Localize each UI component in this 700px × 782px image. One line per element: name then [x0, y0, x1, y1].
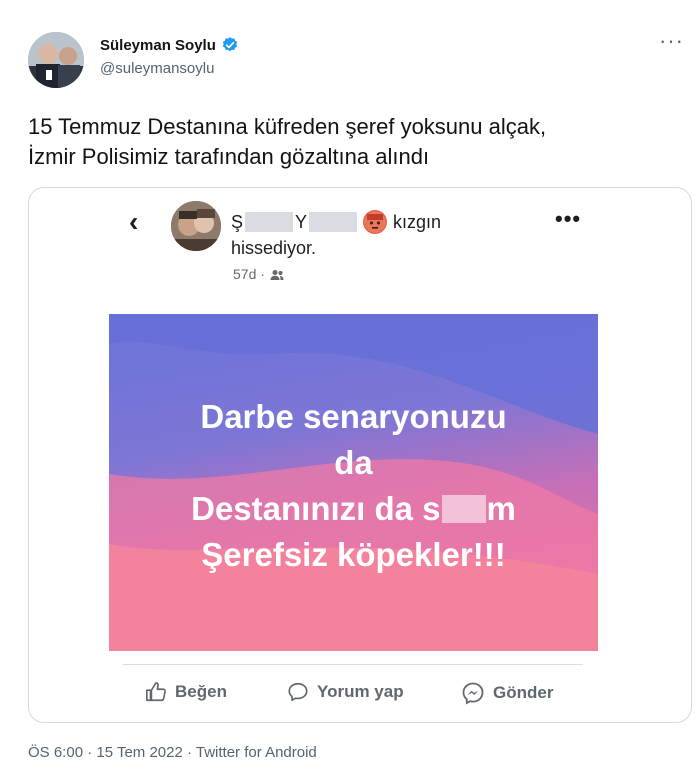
friends-audience-icon — [270, 268, 284, 280]
post-line-3: Destanınızı da s m — [109, 486, 598, 532]
thumbs-up-icon — [146, 682, 166, 702]
fb-name-initial-2: Y — [295, 211, 308, 232]
post-line-1: Darbe senaryonuzu — [200, 398, 507, 435]
post-line-3-suffix: m — [486, 490, 516, 527]
verified-badge-icon — [221, 36, 239, 54]
tweet-text: 15 Temmuz Destanına küfreden şeref yoksu… — [28, 114, 547, 169]
fb-profile-avatar — [171, 201, 221, 251]
author-avatar[interactable] — [28, 32, 84, 88]
author-name-text[interactable]: Süleyman Soylu — [100, 37, 216, 54]
post-line-3-prefix: Destanınızı da s — [191, 490, 441, 527]
author-handle[interactable]: @suleymansoylu — [100, 60, 214, 77]
fb-post-author-line: Ş Y kızgın — [231, 210, 441, 234]
fb-comment-label: Yorum yap — [317, 682, 404, 701]
media-card[interactable]: ‹ Ş Y kızgın hissediyor. 57d · ••• Darbe… — [28, 187, 692, 723]
post-image-text: Darbe senaryonuzu da Destanınızı da s m Ş… — [109, 394, 598, 578]
fb-time-text: 57d · — [233, 266, 265, 282]
post-line-2: da — [334, 444, 373, 481]
censored-block — [309, 212, 358, 232]
author-name[interactable]: Süleyman Soylu — [100, 36, 239, 54]
post-image: Darbe senaryonuzu da Destanınızı da s m Ş… — [109, 314, 598, 651]
post-line-4: Şerefsiz köpekler!!! — [201, 536, 506, 573]
fb-feeling-word: kızgın — [393, 211, 442, 232]
comment-bubble-icon — [288, 682, 308, 702]
censored-block — [441, 495, 486, 523]
fb-divider — [123, 664, 583, 665]
fb-share-action: Gönder — [461, 681, 553, 705]
chevron-left-icon: ‹ — [129, 206, 139, 237]
fb-more-icon: ••• — [555, 206, 582, 231]
fb-share-label: Gönder — [493, 683, 554, 702]
tweet-timestamp[interactable]: ÖS 6:00 · 15 Tem 2022 · Twitter for Andr… — [28, 744, 317, 761]
fb-comment-action: Yorum yap — [287, 681, 404, 703]
fb-feeling-text: hissediyor. — [231, 238, 317, 258]
more-horizontal-icon[interactable]: ··· — [659, 30, 684, 52]
angry-emoji-icon — [363, 210, 388, 234]
fb-like-action: Beğen — [145, 681, 227, 703]
tweet-card: Süleyman Soylu @suleymansoylu ··· 15 Tem… — [0, 0, 700, 782]
censored-block — [245, 212, 294, 232]
fb-action-bar: Beğen Yorum yap Gönder — [29, 666, 691, 720]
messenger-icon — [462, 682, 484, 705]
fb-name-initial-1: Ş — [231, 211, 244, 232]
fb-post-time: 57d · — [233, 266, 284, 282]
fb-like-label: Beğen — [175, 682, 227, 701]
